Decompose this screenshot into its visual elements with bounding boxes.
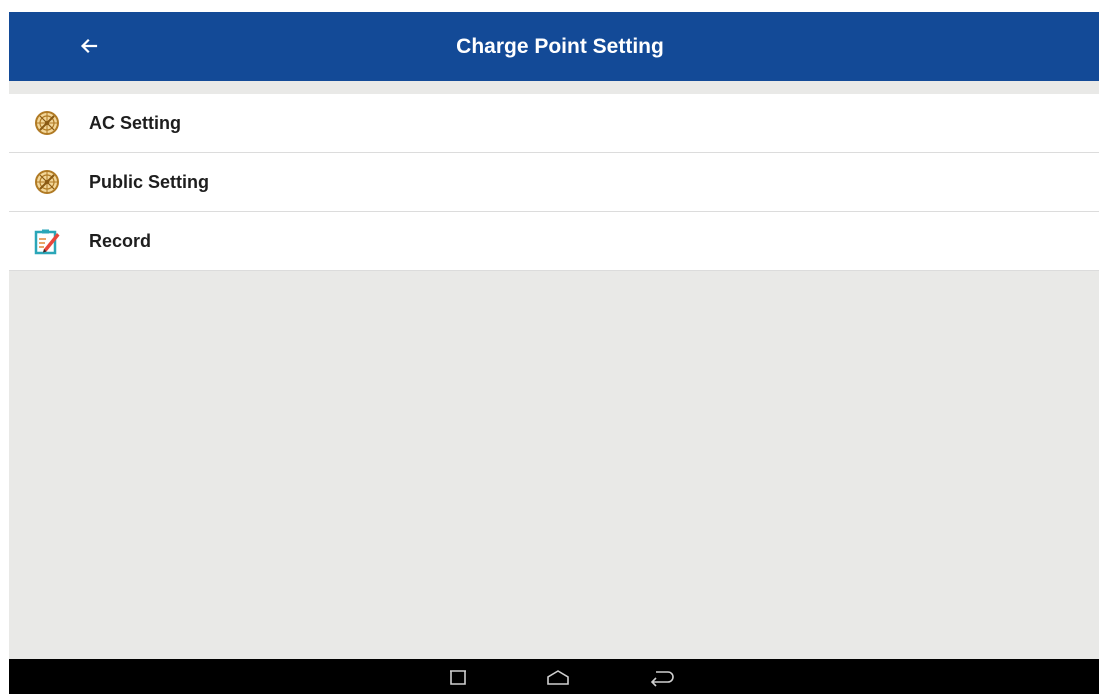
- nav-back-button[interactable]: [647, 664, 677, 690]
- list-item-ac-setting[interactable]: AC Setting: [9, 94, 1099, 153]
- compass-icon: [35, 111, 59, 135]
- list-item-public-setting[interactable]: Public Setting: [9, 153, 1099, 212]
- clipboard-edit-icon: [34, 229, 60, 255]
- compass-icon: [35, 170, 59, 194]
- recent-apps-button[interactable]: [443, 664, 473, 690]
- app-screen: Charge Point Setting AC Setting Public S…: [0, 0, 1099, 694]
- home-icon: [547, 670, 569, 685]
- app-bar: Charge Point Setting: [9, 12, 1099, 81]
- content-area: AC Setting Public Setting Record: [9, 81, 1099, 659]
- settings-list: AC Setting Public Setting Record: [9, 94, 1099, 271]
- list-item-label: Public Setting: [89, 171, 210, 192]
- page-title: Charge Point Setting: [456, 35, 664, 58]
- back-icon: [650, 671, 674, 687]
- top-strip: [0, 0, 1099, 12]
- system-nav-bar: [9, 659, 1099, 694]
- list-item-record[interactable]: Record: [9, 212, 1099, 271]
- list-item-label: AC Setting: [89, 112, 181, 133]
- list-item-label: Record: [89, 230, 152, 251]
- recent-apps-icon: [450, 670, 466, 685]
- home-button[interactable]: [543, 664, 573, 690]
